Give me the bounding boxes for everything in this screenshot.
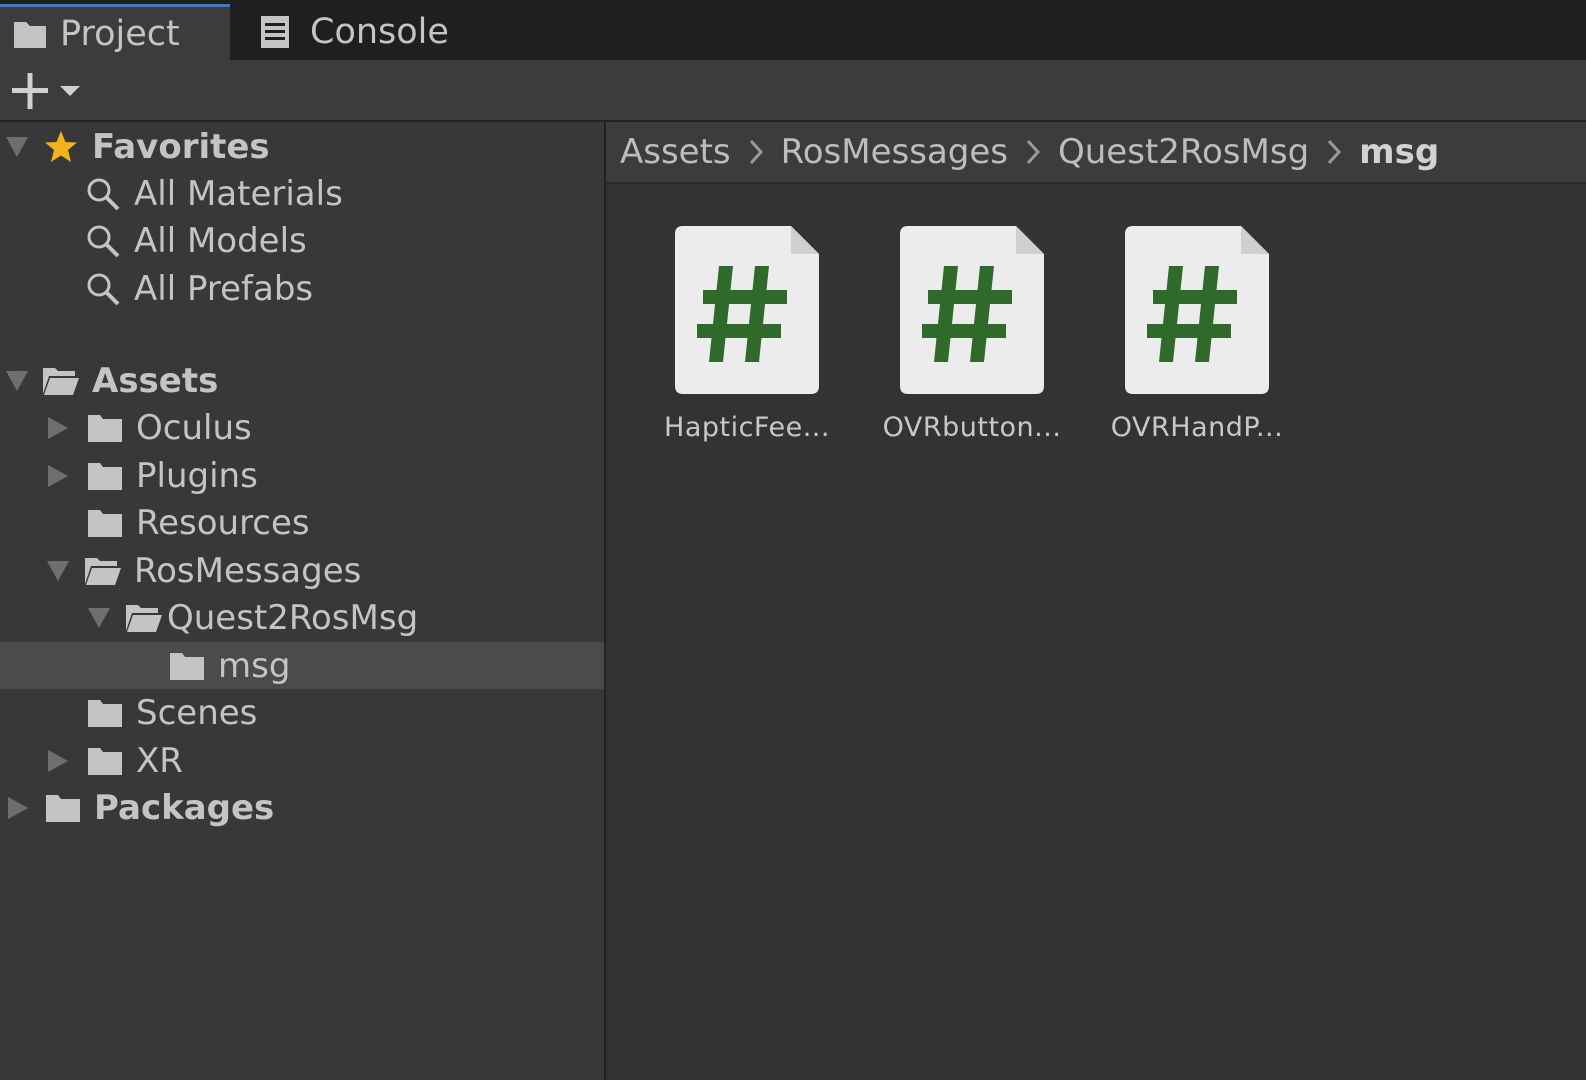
chevron-right-icon <box>1328 139 1342 165</box>
expand-arrow-icon[interactable] <box>48 464 68 487</box>
console-icon <box>261 16 289 48</box>
tree-item-packages[interactable]: Packages <box>0 784 604 831</box>
tree-item-all-prefabs[interactable]: All Prefabs <box>0 265 604 312</box>
asset-item-ovrhandpose[interactable]: OVRHandP... <box>1102 226 1292 443</box>
tree-item-label: Resources <box>136 502 310 543</box>
csharp-script-icon <box>900 226 1044 394</box>
tree-item-label: Assets <box>92 360 219 401</box>
tree-item-quest2rosmsg[interactable]: Quest2RosMsg <box>0 594 604 641</box>
tree-item-label: Plugins <box>136 455 258 496</box>
tree-item-label: Packages <box>94 787 275 828</box>
create-asset-button[interactable] <box>10 70 90 112</box>
asset-name: HapticFee... <box>664 412 830 443</box>
expand-arrow-icon[interactable] <box>47 560 69 581</box>
asset-item-ovrbutton[interactable]: OVRbutton... <box>877 226 1067 443</box>
breadcrumb: Assets RosMessages Quest2RosMsg msg <box>606 122 1586 184</box>
folder-icon <box>86 459 124 493</box>
tree-item-all-models[interactable]: All Models <box>0 217 604 264</box>
breadcrumb-item-assets[interactable]: Assets <box>620 132 731 172</box>
folder-icon <box>86 411 124 445</box>
expand-arrow-icon[interactable] <box>48 749 68 772</box>
search-icon <box>84 272 122 306</box>
breadcrumb-item-rosmessages[interactable]: RosMessages <box>781 132 1008 172</box>
tree-item-assets[interactable]: Assets <box>0 357 604 404</box>
asset-item-hapticfeedback[interactable]: HapticFee... <box>652 226 842 443</box>
folder-icon <box>44 791 82 825</box>
star-icon <box>42 130 80 164</box>
tree-item-favorites[interactable]: Favorites <box>0 123 604 170</box>
folder-icon <box>86 506 124 540</box>
tab-project-label: Project <box>60 13 180 54</box>
breadcrumb-item-msg[interactable]: msg <box>1359 132 1439 172</box>
folder-tree: Favorites All Materials All Models All P… <box>0 122 606 1080</box>
folder-icon <box>14 21 46 48</box>
expand-arrow-icon[interactable] <box>48 416 68 439</box>
csharp-script-icon <box>675 226 819 394</box>
tab-console-label: Console <box>310 12 449 52</box>
expand-arrow-icon[interactable] <box>6 136 28 157</box>
tree-item-scenes[interactable]: Scenes <box>0 689 604 736</box>
tree-item-oculus[interactable]: Oculus <box>0 404 604 451</box>
tree-item-label: Scenes <box>136 692 258 733</box>
tree-item-label: All Materials <box>134 173 343 214</box>
tree-item-label: All Models <box>134 220 307 261</box>
tree-item-label: Favorites <box>92 126 270 167</box>
search-icon <box>84 177 122 211</box>
tree-item-label: XR <box>136 740 183 781</box>
folder-icon <box>86 744 124 778</box>
tab-console[interactable]: Console <box>230 4 470 60</box>
folder-open-icon <box>42 364 80 398</box>
tree-item-label: msg <box>218 645 291 686</box>
tree-item-label: Oculus <box>136 407 252 448</box>
expand-arrow-icon[interactable] <box>6 370 28 391</box>
folder-icon <box>168 649 206 683</box>
folder-open-icon <box>125 601 163 635</box>
tree-item-msg[interactable]: msg <box>0 642 604 689</box>
folder-open-icon <box>84 554 122 588</box>
tree-item-all-materials[interactable]: All Materials <box>0 170 604 217</box>
chevron-down-icon <box>60 86 80 96</box>
expand-arrow-icon[interactable] <box>8 796 28 819</box>
asset-name: OVRbutton... <box>882 412 1062 443</box>
expand-arrow-icon[interactable] <box>88 607 110 628</box>
asset-browser: Assets RosMessages Quest2RosMsg msg Hapt… <box>606 122 1586 1080</box>
chevron-right-icon <box>749 139 763 165</box>
plus-icon <box>12 73 48 109</box>
tree-item-label: Quest2RosMsg <box>167 597 419 638</box>
tree-item-label: RosMessages <box>134 550 362 591</box>
tree-item-rosmessages[interactable]: RosMessages <box>0 547 604 594</box>
chevron-right-icon <box>1026 139 1041 165</box>
tab-project[interactable]: Project <box>0 4 230 60</box>
tab-bar: Project Console <box>0 0 1586 60</box>
breadcrumb-item-quest2rosmsg[interactable]: Quest2RosMsg <box>1058 132 1309 172</box>
project-toolbar <box>0 60 1586 122</box>
tree-item-plugins[interactable]: Plugins <box>0 452 604 499</box>
asset-name: OVRHandP... <box>1110 412 1284 443</box>
folder-icon <box>86 696 124 730</box>
tree-item-label: All Prefabs <box>134 268 314 309</box>
search-icon <box>84 224 122 258</box>
tree-item-resources[interactable]: Resources <box>0 499 604 546</box>
tree-item-xr[interactable]: XR <box>0 737 604 784</box>
csharp-script-icon <box>1125 226 1269 394</box>
